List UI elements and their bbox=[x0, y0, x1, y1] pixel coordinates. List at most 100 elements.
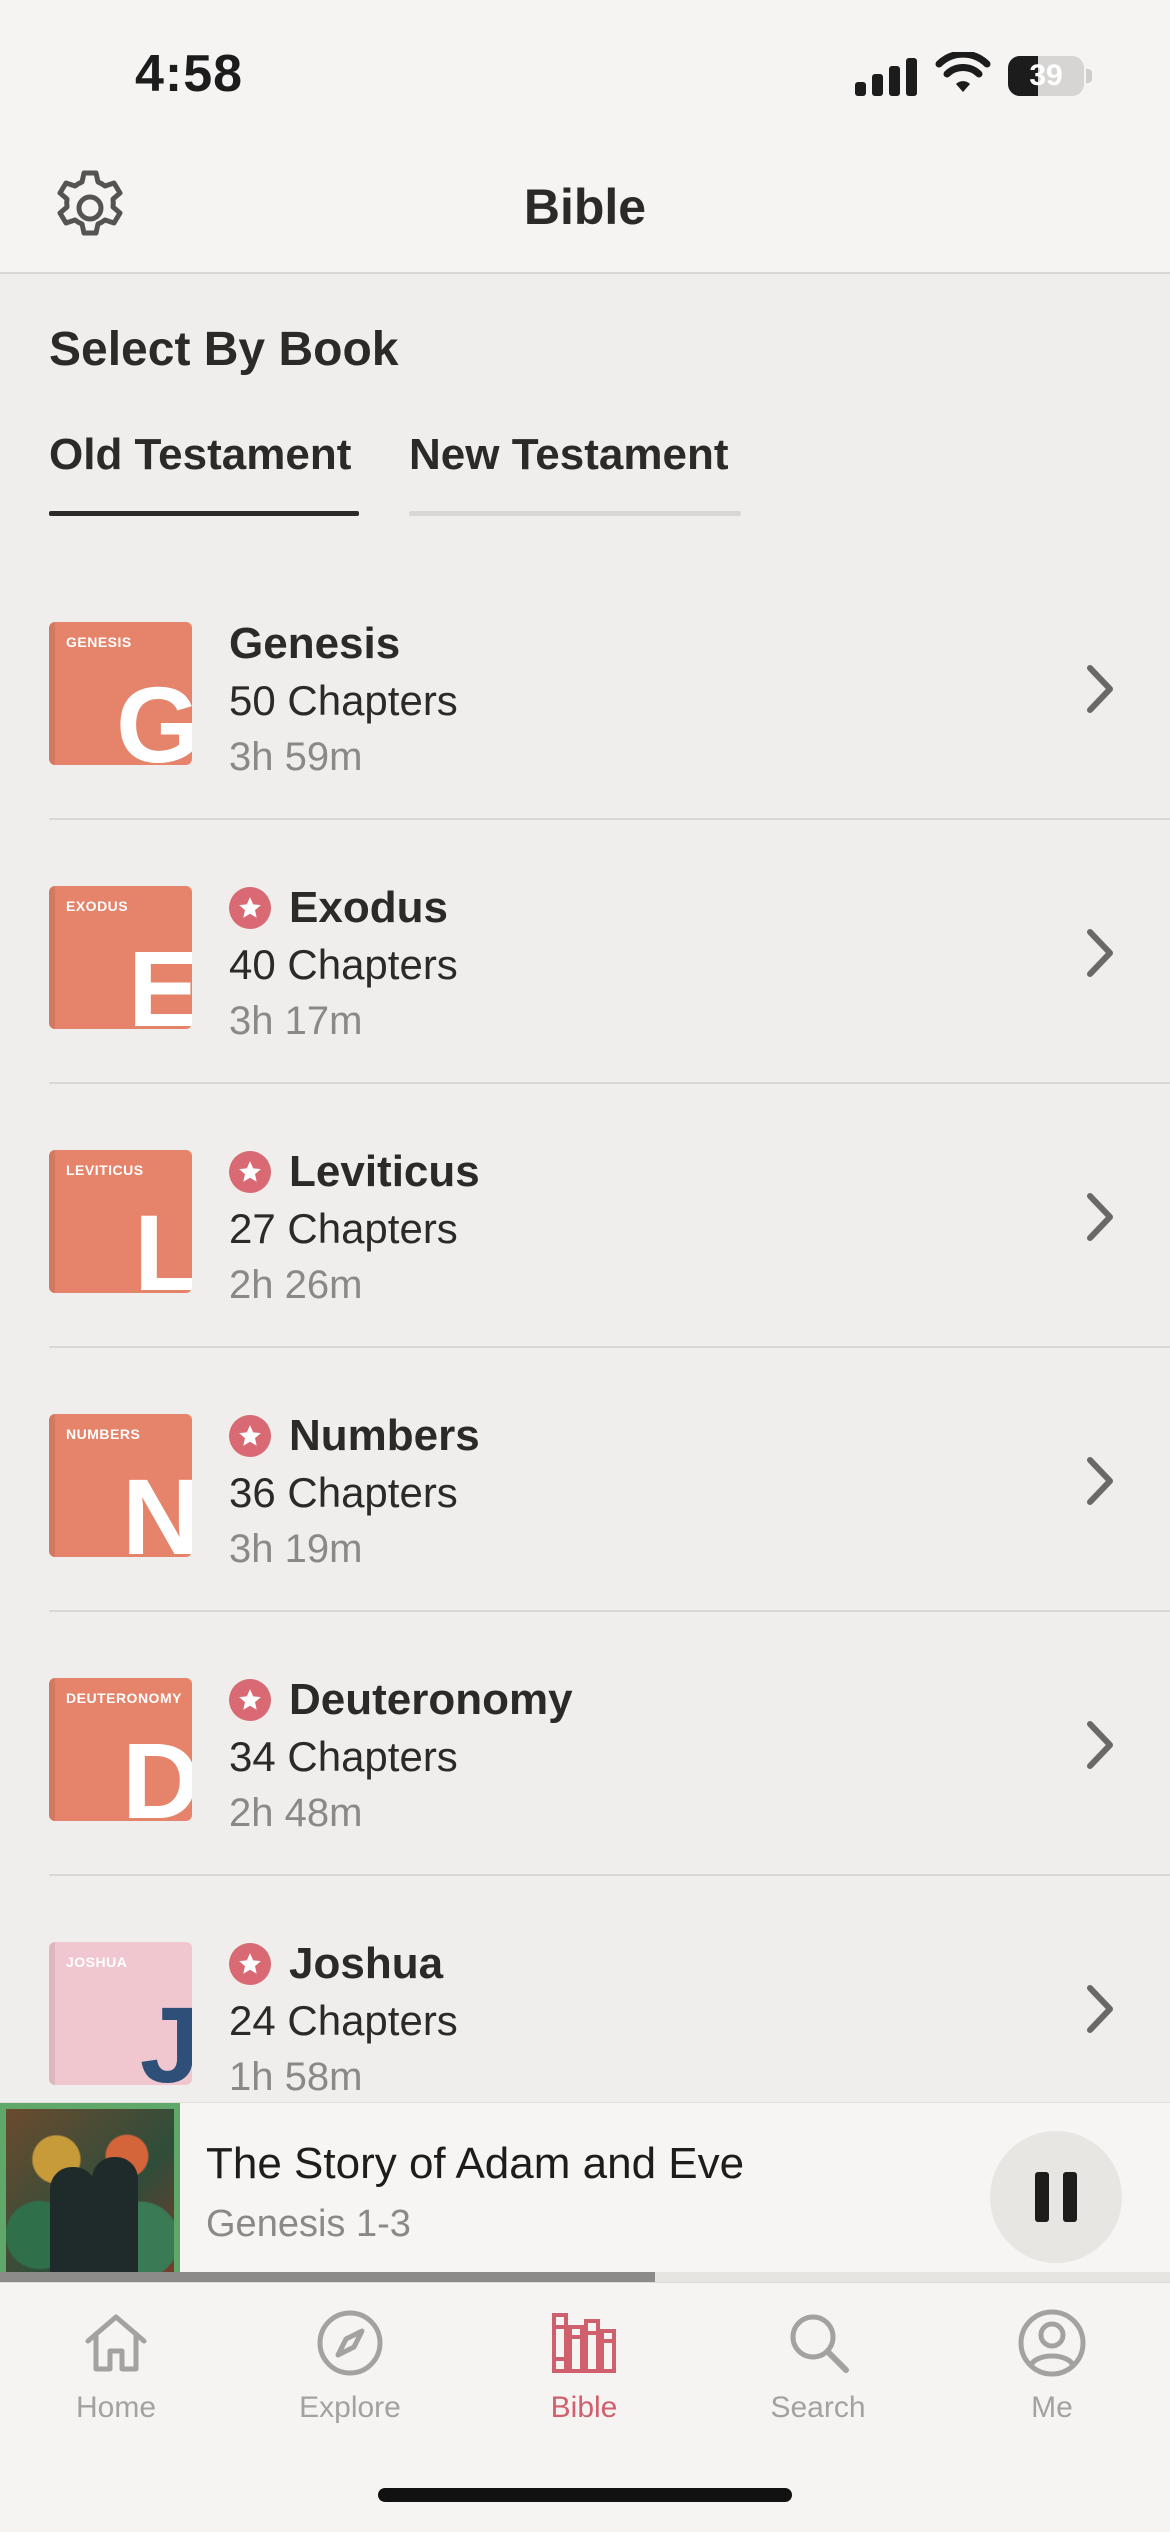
cover-letter: L bbox=[134, 1192, 192, 1294]
home-icon bbox=[85, 2314, 147, 2372]
book-chapters: 36 Chapters bbox=[229, 1469, 458, 1516]
book-info: Numbers 36 Chapters 3h 19m bbox=[229, 1408, 480, 1576]
tab-label: Bible bbox=[550, 2391, 618, 2424]
chevron-right-icon bbox=[1087, 1985, 1113, 2033]
chevron-right-icon bbox=[1087, 1193, 1113, 1241]
star-badge-icon bbox=[229, 1151, 271, 1193]
book-row-leviticus[interactable]: LEVITICUS L Leviticus 27 Chapters 2h 26m bbox=[0, 1084, 1170, 1348]
book-chapters: 24 Chapters bbox=[229, 1997, 458, 2044]
cover-title: DEUTERONOMY bbox=[66, 1690, 182, 1706]
status-bar: 4:58 39 bbox=[0, 0, 1170, 150]
tab-bible[interactable]: Bible bbox=[484, 2303, 684, 2453]
tab-label: Explore bbox=[299, 2391, 401, 2424]
tab-underline bbox=[49, 511, 359, 516]
chevron-right-icon bbox=[1087, 1457, 1113, 1505]
pause-icon bbox=[1035, 2172, 1049, 2222]
book-info: Genesis 50 Chapters 3h 59m bbox=[229, 616, 458, 784]
tab-explore[interactable]: Explore bbox=[250, 2303, 450, 2453]
tab-old-testament[interactable]: Old Testament bbox=[49, 430, 359, 516]
tab-label: Home bbox=[75, 2391, 157, 2424]
chevron-right-icon bbox=[1087, 929, 1113, 977]
compass-icon bbox=[317, 2310, 383, 2376]
cover-title: NUMBERS bbox=[66, 1426, 141, 1442]
book-chapters: 50 Chapters bbox=[229, 677, 458, 724]
book-info: Leviticus 27 Chapters 2h 26m bbox=[229, 1144, 480, 1312]
nav-header: Bible bbox=[0, 150, 1170, 274]
book-duration: 3h 19m bbox=[229, 1527, 363, 1571]
cover-letter: E bbox=[127, 928, 192, 1030]
profile-icon bbox=[1018, 2309, 1086, 2377]
book-duration: 3h 59m bbox=[229, 735, 363, 779]
book-info: Deuteronomy 34 Chapters 2h 48m bbox=[229, 1672, 573, 1840]
mini-player[interactable]: The Story of Adam and Eve Genesis 1-3 bbox=[0, 2102, 1170, 2283]
tab-label: Old Testament bbox=[49, 430, 352, 479]
chevron-right-icon bbox=[1087, 1721, 1113, 1769]
wifi-icon bbox=[935, 52, 991, 92]
book-duration: 1h 58m bbox=[229, 2055, 363, 2099]
home-indicator bbox=[378, 2488, 792, 2502]
chevron-right-icon bbox=[1087, 665, 1113, 713]
book-row-joshua[interactable]: JOSHUA J Joshua 24 Chapters 1h 58m bbox=[0, 1876, 1170, 2102]
tab-new-testament[interactable]: New Testament bbox=[409, 430, 741, 516]
tab-label: Search bbox=[770, 2391, 866, 2424]
book-cover: JOSHUA J bbox=[49, 1942, 192, 2085]
book-cover: NUMBERS N bbox=[49, 1414, 192, 1557]
book-chapters: 40 Chapters bbox=[229, 941, 458, 988]
book-row-numbers[interactable]: NUMBERS N Numbers 36 Chapters 3h 19m bbox=[0, 1348, 1170, 1612]
book-row-deuteronomy[interactable]: DEUTERONOMY D Deuteronomy 34 Chapters 2h… bbox=[0, 1612, 1170, 1876]
book-name: Genesis bbox=[229, 619, 401, 668]
star-badge-icon bbox=[229, 1679, 271, 1721]
tab-label: New Testament bbox=[409, 430, 729, 479]
book-name: Numbers bbox=[289, 1411, 480, 1460]
tab-underline bbox=[409, 511, 741, 516]
cellular-signal-icon bbox=[855, 56, 917, 96]
book-cover: DEUTERONOMY D bbox=[49, 1678, 192, 1821]
battery-percent: 39 bbox=[1029, 59, 1063, 92]
tab-home[interactable]: Home bbox=[16, 2303, 216, 2453]
cover-letter: N bbox=[122, 1456, 192, 1558]
book-name: Leviticus bbox=[289, 1147, 480, 1196]
book-chapters: 34 Chapters bbox=[229, 1733, 458, 1780]
book-duration: 2h 48m bbox=[229, 1791, 363, 1835]
tab-search[interactable]: Search bbox=[718, 2303, 918, 2453]
playback-progress-fill bbox=[0, 2272, 656, 2282]
track-title: The Story of Adam and Eve bbox=[206, 2139, 745, 2188]
cover-title: JOSHUA bbox=[66, 1954, 128, 1970]
book-name: Exodus bbox=[289, 883, 448, 932]
book-info: Exodus 40 Chapters 3h 17m bbox=[229, 880, 458, 1048]
battery-icon: 39 bbox=[1008, 56, 1092, 96]
book-duration: 2h 26m bbox=[229, 1263, 363, 1307]
book-cover: LEVITICUS L bbox=[49, 1150, 192, 1293]
pause-button[interactable] bbox=[990, 2131, 1122, 2263]
book-name: Deuteronomy bbox=[289, 1675, 573, 1724]
cover-letter: J bbox=[139, 1984, 192, 2086]
cover-title: GENESIS bbox=[66, 634, 132, 650]
book-cover: EXODUS E bbox=[49, 886, 192, 1029]
book-info: Joshua 24 Chapters 1h 58m bbox=[229, 1936, 458, 2102]
cover-letter: G bbox=[115, 664, 192, 766]
book-chapters: 27 Chapters bbox=[229, 1205, 458, 1252]
track-subtitle: Genesis 1-3 bbox=[206, 2203, 411, 2245]
star-badge-icon bbox=[229, 1943, 271, 1985]
tab-label: Me bbox=[1031, 2391, 1073, 2424]
album-artwork bbox=[0, 2103, 180, 2283]
playback-progress[interactable] bbox=[0, 2272, 1170, 2282]
star-badge-icon bbox=[229, 1415, 271, 1457]
cover-title: EXODUS bbox=[66, 898, 129, 914]
book-list: GENESIS G Genesis 50 Chapters 3h 59m EXO… bbox=[0, 556, 1170, 2102]
book-row-exodus[interactable]: EXODUS E Exodus 40 Chapters 3h 17m bbox=[0, 820, 1170, 1084]
bible-books-icon bbox=[552, 2313, 616, 2373]
page-title: Bible bbox=[523, 179, 647, 235]
book-row-genesis[interactable]: GENESIS G Genesis 50 Chapters 3h 59m bbox=[0, 556, 1170, 820]
search-icon bbox=[790, 2314, 849, 2373]
cover-title: LEVITICUS bbox=[66, 1162, 144, 1178]
book-duration: 3h 17m bbox=[229, 999, 363, 1043]
bible-screen: 4:58 39 Bible Select By Book Old Testame… bbox=[0, 0, 1170, 2532]
status-time: 4:58 bbox=[135, 45, 244, 103]
tab-me[interactable]: Me bbox=[952, 2303, 1152, 2453]
star-badge-icon bbox=[229, 887, 271, 929]
section-title: Select By Book bbox=[49, 323, 399, 376]
book-name: Joshua bbox=[289, 1939, 444, 1988]
book-cover: GENESIS G bbox=[49, 622, 192, 765]
cover-letter: D bbox=[122, 1720, 192, 1822]
